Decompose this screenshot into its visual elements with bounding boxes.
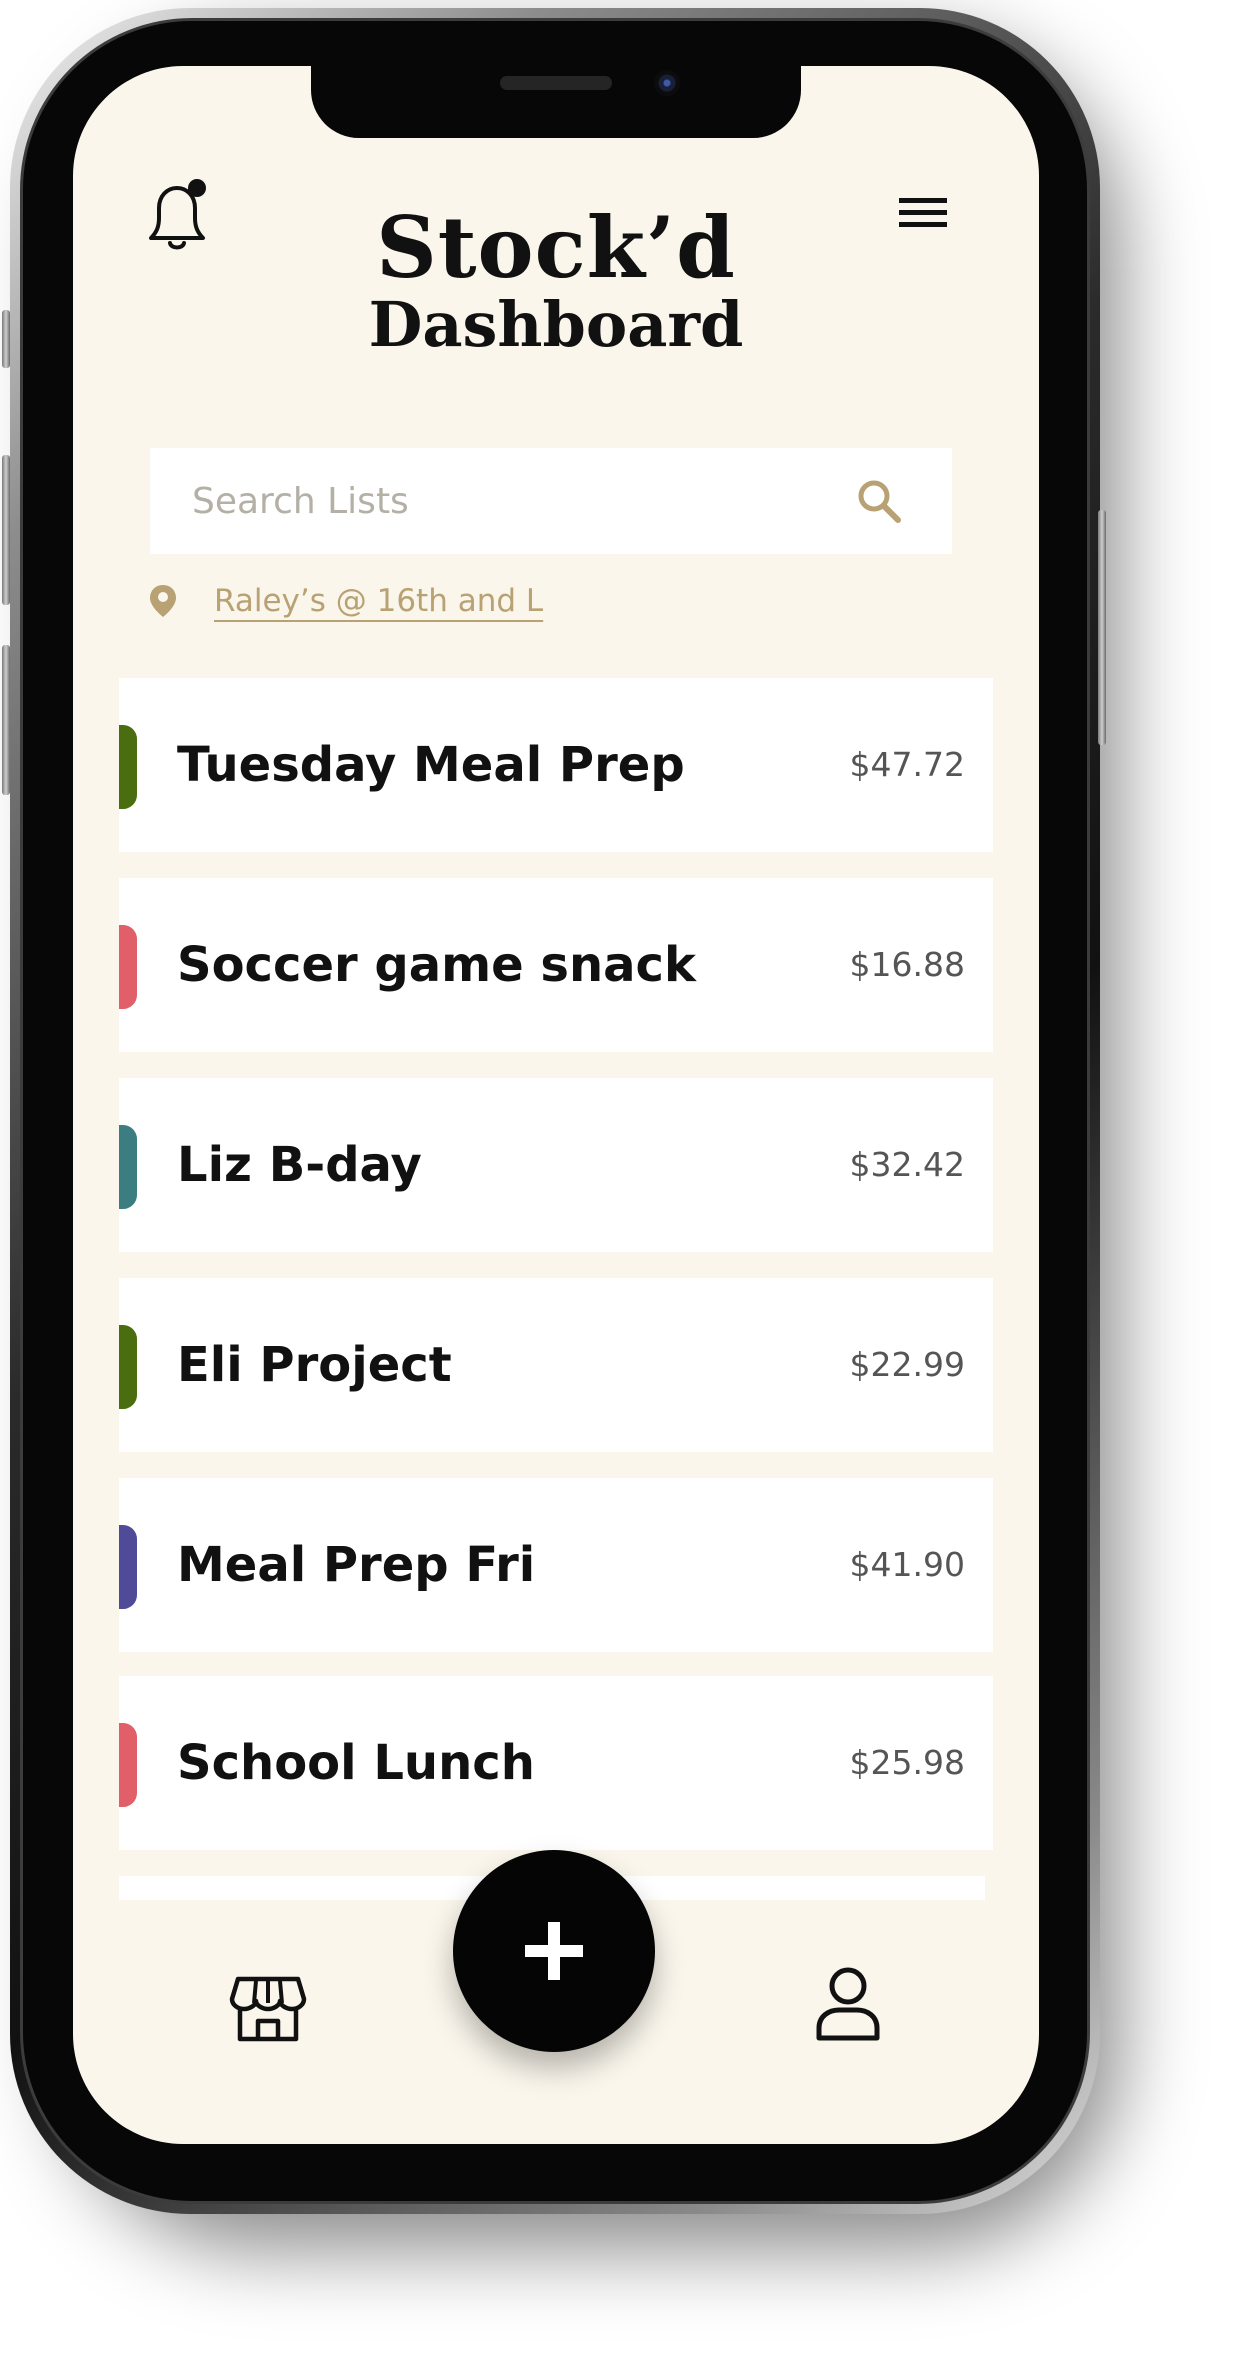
list-total: $22.99 <box>849 1345 965 1384</box>
power-button <box>1098 510 1106 745</box>
store-location-link[interactable]: Raley’s @ 16th and L <box>214 583 543 619</box>
list-color-tag <box>119 1325 137 1409</box>
list-total: $47.72 <box>849 745 965 784</box>
list-item[interactable]: Meal Prep Fri $41.90 <box>119 1478 993 1652</box>
app-title: Stock’d <box>376 198 736 297</box>
list-item[interactable]: Soccer game snack $16.88 <box>119 878 993 1052</box>
volume-up-button <box>2 455 10 605</box>
search-icon[interactable] <box>854 476 904 526</box>
list-name: School Lunch <box>177 1735 535 1791</box>
silent-switch <box>2 310 10 368</box>
map-pin-icon <box>148 583 178 619</box>
list-name: Meal Prep Fri <box>177 1537 536 1593</box>
list-item[interactable]: Eli Project $22.99 <box>119 1278 993 1452</box>
list-total: $25.98 <box>849 1743 965 1782</box>
volume-down-button <box>2 645 10 795</box>
list-name: Soccer game snack <box>177 937 696 993</box>
store-location: Raley’s @ 16th and L <box>148 576 543 626</box>
list-item[interactable]: Liz B-day $32.42 <box>119 1078 993 1252</box>
list-item[interactable]: Tuesday Meal Prep $47.72 <box>119 678 993 852</box>
notch <box>311 66 801 138</box>
list-color-tag <box>119 1125 137 1209</box>
list-name: Liz B-day <box>177 1137 422 1193</box>
search-bar <box>150 448 952 554</box>
front-camera <box>654 70 680 96</box>
plus-icon <box>525 1922 583 1980</box>
list-name: Tuesday Meal Prep <box>177 737 685 793</box>
storefront-icon[interactable] <box>228 1971 308 2045</box>
user-profile-icon[interactable] <box>813 1964 883 2044</box>
list-color-tag <box>119 725 137 809</box>
list-color-tag <box>119 925 137 1009</box>
list-name: Eli Project <box>177 1337 452 1393</box>
list-total: $32.42 <box>849 1145 965 1184</box>
list-color-tag <box>119 1525 137 1609</box>
app-screen: Stock’d Dashboard Raley’s @ 16th and L T… <box>73 66 1039 2144</box>
search-input[interactable] <box>190 470 794 532</box>
list-color-tag <box>119 1723 137 1807</box>
list-total: $16.88 <box>849 945 965 984</box>
page-title: Dashboard <box>368 288 744 361</box>
list-total: $41.90 <box>849 1545 965 1584</box>
list-item[interactable]: School Lunch $25.98 <box>119 1676 993 1850</box>
add-list-button[interactable] <box>453 1850 655 2052</box>
earpiece-speaker <box>500 76 612 90</box>
